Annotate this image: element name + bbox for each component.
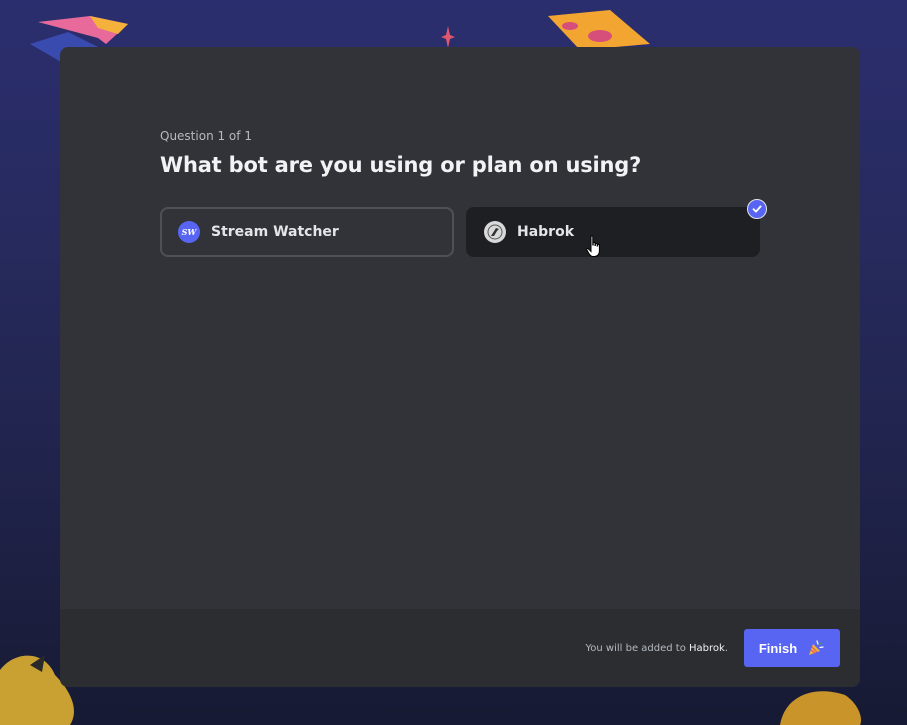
hand-pointer-icon [586,235,600,257]
option-label: Habrok [517,224,575,240]
selected-checkmark-badge [747,199,767,219]
option-stream-watcher[interactable]: SW Stream Watcher [160,207,454,257]
raven-icon [487,224,503,240]
question-title: What bot are you using or plan on using? [160,153,642,177]
question-counter: Question 1 of 1 [160,129,252,143]
footer-note: You will be added to Habrok. [586,643,729,654]
stream-watcher-avatar: SW [178,221,200,243]
party-popper-icon [809,640,824,655]
onboarding-modal: Question 1 of 1 What bot are you using o… [60,47,860,687]
finish-button[interactable]: Finish [744,629,840,667]
modal-body: Question 1 of 1 What bot are you using o… [60,47,860,609]
option-label: Stream Watcher [211,224,339,240]
habrok-avatar [484,221,506,243]
background-sparkle-illustration [441,26,455,48]
modal-footer: You will be added to Habrok. Finish [60,609,860,687]
background-character-illustration [780,691,862,725]
footer-note-target: Habrok [689,642,725,654]
footer-note-prefix: You will be added to [585,642,690,654]
option-habrok[interactable]: Habrok [466,207,760,257]
checkmark-icon [752,205,762,213]
footer-note-suffix: . [724,642,728,654]
finish-label: Finish [758,640,798,656]
